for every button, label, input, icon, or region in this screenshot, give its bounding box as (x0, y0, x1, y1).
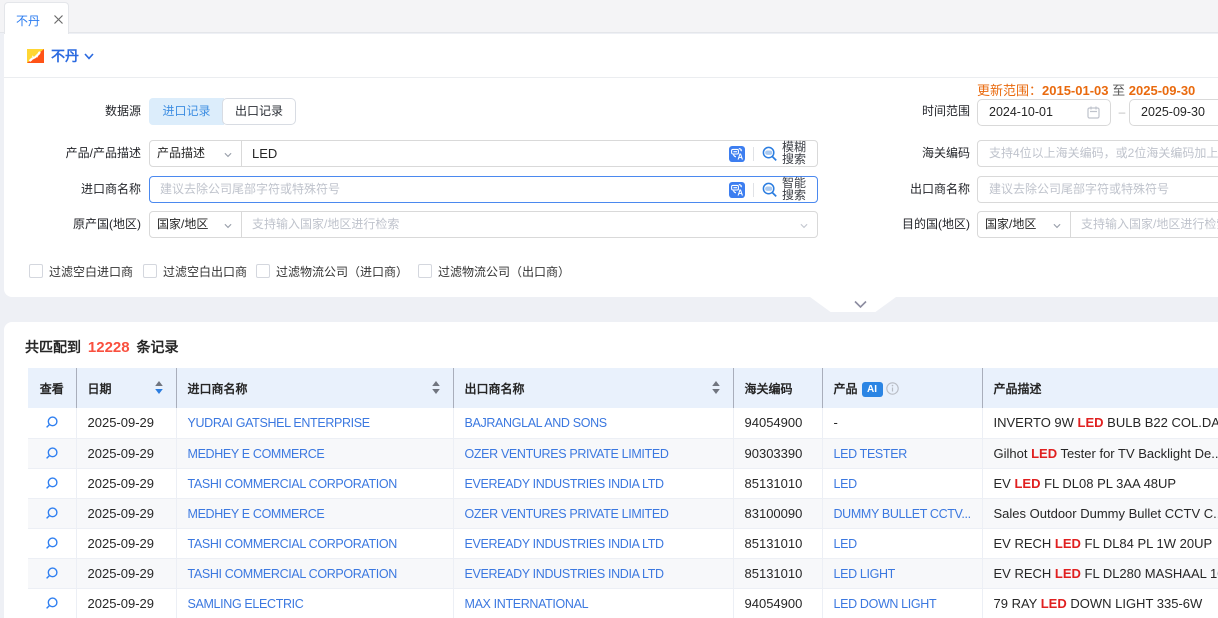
svg-text:A: A (737, 152, 743, 161)
svg-text:A: A (737, 188, 743, 197)
